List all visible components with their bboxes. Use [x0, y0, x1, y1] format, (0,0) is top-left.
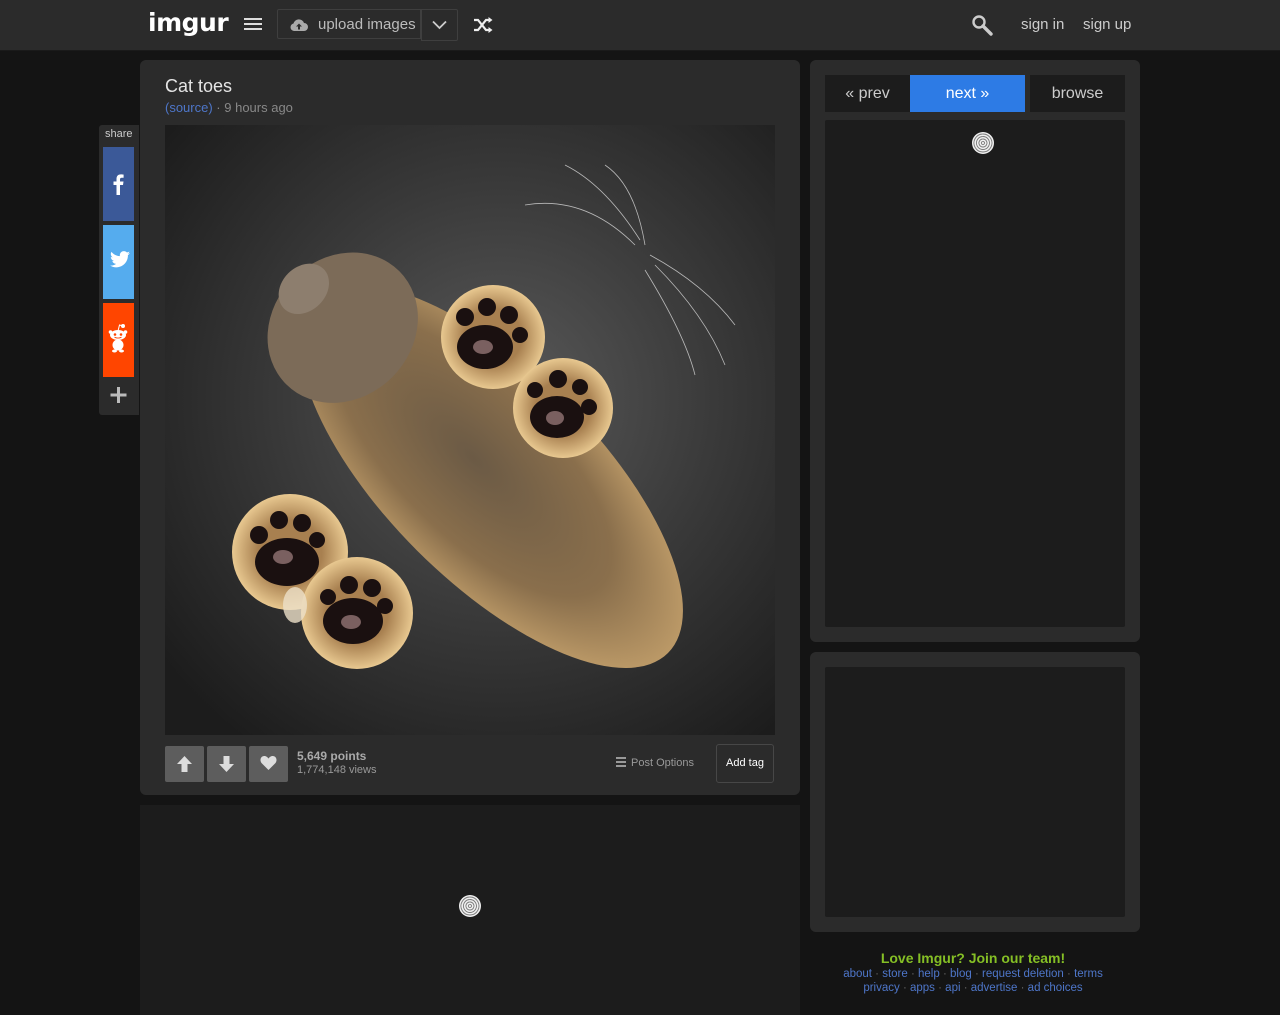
post-title: Cat toes — [165, 76, 233, 96]
footer-link-blog[interactable]: blog — [950, 968, 972, 980]
footer-link-api[interactable]: api — [945, 982, 960, 994]
prev-button[interactable]: « prev — [825, 75, 910, 112]
views-count: 1,774,148 views — [297, 764, 377, 776]
ad-panel — [810, 652, 1140, 932]
footer-link-request-deletion[interactable]: request deletion — [982, 968, 1064, 980]
footer-link-privacy[interactable]: privacy — [863, 982, 899, 994]
source-link[interactable]: (source) — [165, 100, 213, 115]
browse-button[interactable]: browse — [1030, 75, 1125, 112]
post-meta: (source) · 9 hours ago — [165, 100, 293, 115]
loading-spinner-icon — [972, 132, 994, 154]
sign-up-link[interactable]: sign up — [1083, 16, 1131, 33]
arrow-up-icon — [177, 756, 192, 772]
post-image[interactable] — [165, 125, 775, 735]
footer-links-row-1: about · store · help · blog · request de… — [843, 968, 1103, 980]
heart-icon — [260, 756, 277, 770]
add-tag-button[interactable]: Add tag — [716, 744, 774, 783]
meta-separator: · — [212, 100, 225, 115]
share-bar: share — [99, 125, 139, 415]
ad-slot — [825, 667, 1125, 917]
plus-icon — [110, 387, 127, 403]
sign-in-link[interactable]: sign in — [1021, 16, 1064, 33]
reddit-alien-icon — [108, 324, 128, 353]
footer-link-help[interactable]: help — [918, 968, 940, 980]
footer-link-advertise[interactable]: advertise — [971, 982, 1018, 994]
footer-link-store[interactable]: store — [882, 968, 908, 980]
shuffle-icon[interactable] — [473, 16, 493, 34]
downvote-button[interactable] — [207, 746, 246, 782]
more-share-button[interactable] — [103, 380, 134, 410]
post-panel: Cat toes (source) · 9 hours ago 5,649 po… — [140, 60, 800, 795]
twitter-share-button[interactable] — [103, 225, 134, 299]
gallery-nav-panel: « prev next » browse — [810, 60, 1140, 642]
footer-link-about[interactable]: about — [843, 968, 872, 980]
list-icon — [616, 757, 626, 769]
top-nav-bar: imgur upload images sign in sign up — [0, 0, 1280, 51]
post-options-label: Post Options — [631, 757, 694, 769]
share-label: share — [105, 128, 133, 140]
footer-link-terms[interactable]: terms — [1074, 968, 1103, 980]
arrow-down-icon — [219, 756, 234, 772]
footer-links-row-2: privacy · apps · api · advertise · ad ch… — [863, 982, 1083, 994]
post-time: 9 hours ago — [224, 100, 293, 115]
upload-images-label: upload images — [318, 16, 416, 33]
gallery-thumbnails — [825, 120, 1125, 627]
upload-images-button[interactable]: upload images — [277, 9, 421, 39]
chevron-down-icon — [432, 20, 447, 30]
upload-dropdown-button[interactable] — [421, 9, 458, 41]
facebook-share-button[interactable] — [103, 147, 134, 221]
points-count: 5,649 points — [297, 749, 367, 763]
next-button[interactable]: next » — [910, 75, 1025, 112]
cloud-upload-icon — [290, 19, 308, 31]
loading-spinner-icon — [459, 895, 481, 917]
footer-link-apps[interactable]: apps — [910, 982, 935, 994]
imgur-logo[interactable]: imgur — [148, 8, 229, 37]
upvote-button[interactable] — [165, 746, 204, 782]
facebook-icon — [113, 174, 124, 195]
comments-area — [140, 805, 800, 1015]
footer-link-ad-choices[interactable]: ad choices — [1028, 982, 1083, 994]
menu-icon[interactable] — [244, 18, 262, 32]
jobs-link[interactable]: Love Imgur? Join our team! — [810, 950, 1136, 966]
twitter-icon — [110, 251, 130, 268]
cat-paws-photo — [165, 125, 775, 735]
search-icon[interactable] — [971, 14, 993, 36]
reddit-share-button[interactable] — [103, 303, 134, 377]
favorite-button[interactable] — [249, 746, 288, 782]
post-options-button[interactable]: Post Options — [616, 757, 694, 769]
